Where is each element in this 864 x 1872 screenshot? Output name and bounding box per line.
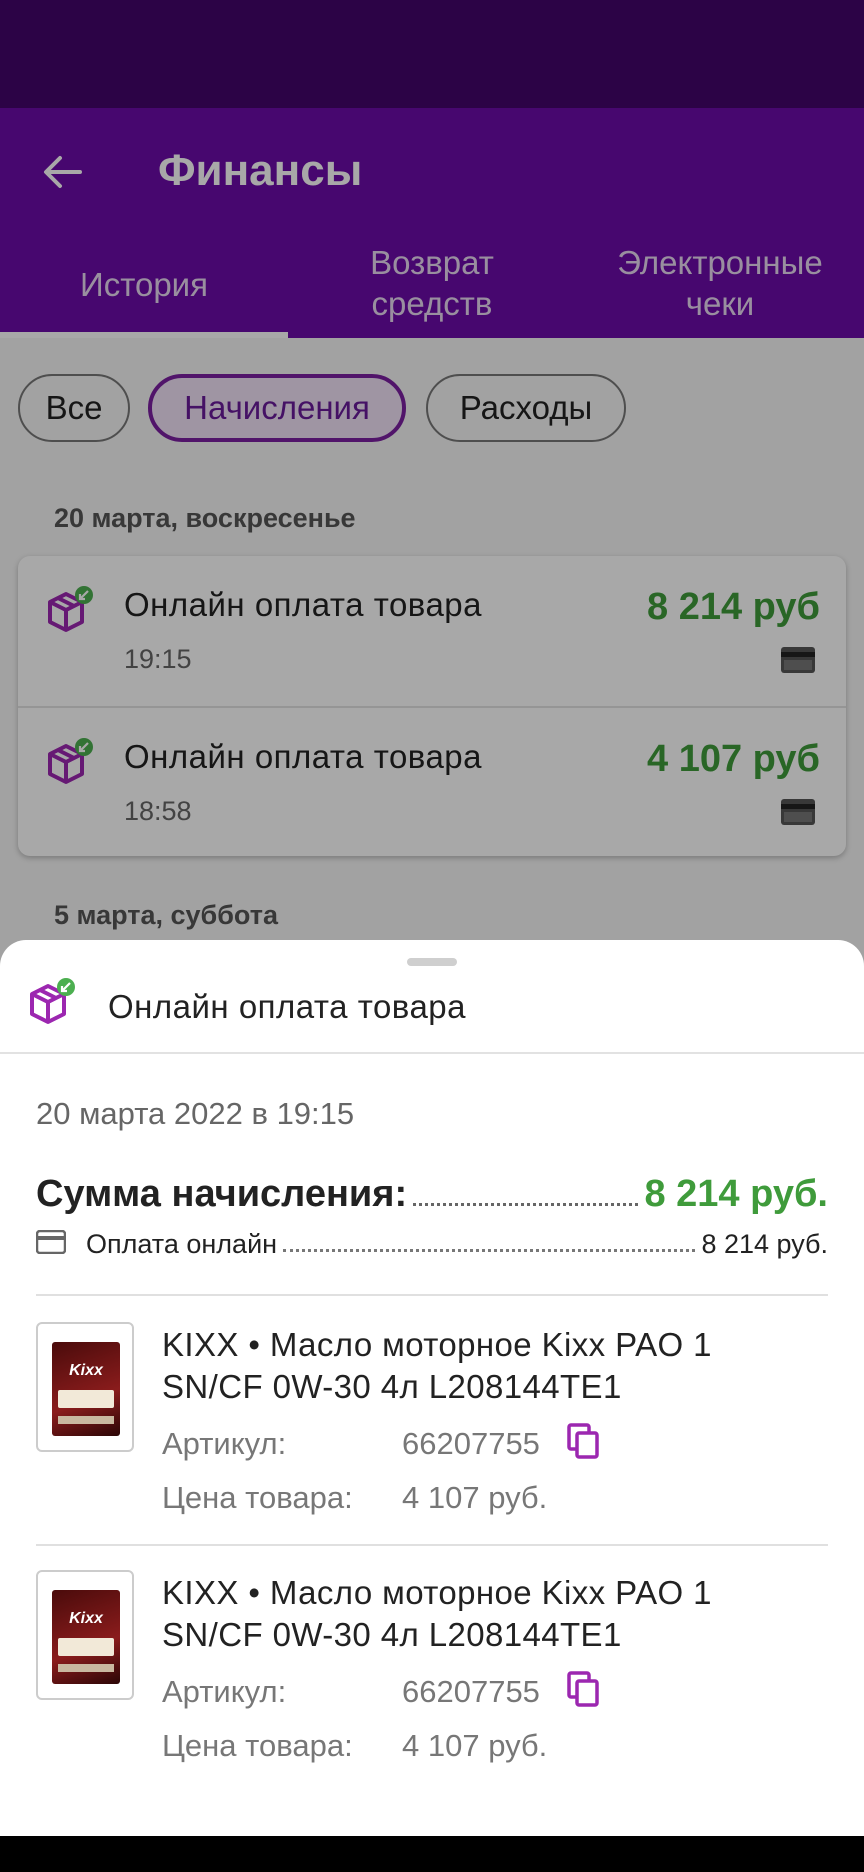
- product-item[interactable]: Kixx KIXX • Масло моторное Kixx PAO 1 SN…: [36, 1322, 828, 1552]
- transaction-datetime: 20 марта 2022 в 19:15: [36, 1096, 355, 1131]
- bottom-sheet: Онлайн оплата товара 20 марта 2022 в 19:…: [0, 940, 864, 1836]
- sum-row: Сумма начисления: 8 214 руб.: [36, 1166, 828, 1216]
- can-label-band: [58, 1390, 114, 1408]
- product-name: KIXX • Масло моторное Kixx PAO 1 SN/CF 0…: [162, 1574, 712, 1653]
- product-image: Kixx: [36, 1322, 134, 1452]
- payment-row: Оплата онлайн 8 214 руб.: [36, 1220, 828, 1260]
- sum-label: Сумма начисления:: [36, 1173, 408, 1215]
- copy-icon[interactable]: [566, 1422, 600, 1460]
- sku-label: Артикул:: [162, 1426, 287, 1461]
- product-image: Kixx: [36, 1570, 134, 1700]
- price-label: Цена товара:: [162, 1728, 353, 1763]
- dot-leader: [283, 1249, 696, 1252]
- sum-value: 8 214 руб.: [644, 1173, 828, 1215]
- can-label-foot: [58, 1416, 114, 1424]
- can-brand: Kixx: [69, 1362, 103, 1379]
- can-label-band: [58, 1638, 114, 1656]
- payment-value: 8 214 руб.: [701, 1229, 828, 1259]
- credit-card-icon: [36, 1230, 66, 1254]
- sheet-title: Онлайн оплата товара: [108, 988, 467, 1025]
- oil-can-image: Kixx: [52, 1342, 120, 1436]
- product-item[interactable]: Kixx KIXX • Масло моторное Kixx PAO 1 SN…: [36, 1570, 828, 1800]
- system-nav-bar: [0, 1836, 864, 1872]
- divider: [36, 1544, 828, 1546]
- screen: Финансы История Возврат средств Электрон…: [0, 0, 864, 1836]
- price-label: Цена товара:: [162, 1480, 353, 1515]
- payment-label: Оплата онлайн: [86, 1229, 278, 1259]
- oil-can-image: Kixx: [52, 1590, 120, 1684]
- divider: [0, 1052, 864, 1054]
- divider: [36, 1294, 828, 1296]
- copy-icon[interactable]: [566, 1670, 600, 1708]
- sku-value: 66207755: [402, 1674, 540, 1709]
- sku-value: 66207755: [402, 1426, 540, 1461]
- price-value: 4 107 руб.: [402, 1728, 548, 1763]
- package-incoming-icon: [30, 978, 75, 1024]
- dot-leader: [413, 1203, 639, 1206]
- price-value: 4 107 руб.: [402, 1480, 548, 1515]
- can-label-foot: [58, 1664, 114, 1672]
- product-name: KIXX • Масло моторное Kixx PAO 1 SN/CF 0…: [162, 1326, 712, 1405]
- drag-handle[interactable]: [407, 958, 457, 966]
- can-brand: Kixx: [69, 1610, 103, 1627]
- sku-label: Артикул:: [162, 1674, 287, 1709]
